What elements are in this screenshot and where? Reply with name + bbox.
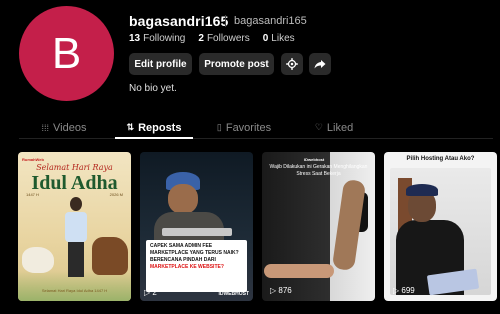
- followers-label: Followers: [206, 33, 250, 44]
- video-grid: RumahWeb Selamat Hari Raya Idul Adha 144…: [18, 152, 497, 301]
- cow-illustration: [92, 237, 128, 275]
- profile-tabs: ⁞⁞⁞ Videos ⇅ Reposts ▯ Favorites ♡ Liked: [19, 117, 493, 139]
- overlay-line: MARKETPLACE YANG TERUS NAIK?: [150, 250, 239, 256]
- video-watermark: IDWEBHOST: [218, 291, 249, 297]
- video-card[interactable]: IDwebhost Wajib Dilakukan ini Gerakan Me…: [262, 152, 375, 301]
- video-card[interactable]: CAPEK SAMA ADMIN FEE MARKETPLACE YANG TE…: [140, 152, 253, 301]
- person-illustration: [65, 197, 87, 287]
- video-brand: IDwebhost: [304, 157, 325, 162]
- likes-count: 0: [262, 33, 269, 44]
- tab-videos-label: Videos: [53, 121, 87, 134]
- following-count: 13: [129, 33, 141, 44]
- overlay-line: CAPEK SAMA ADMIN FEE: [150, 243, 213, 249]
- view-count-value: 699: [401, 286, 415, 295]
- video-caption: Selamat Hari Raya Idul Adha 1447 H: [41, 288, 108, 293]
- likes-stat: 0 Likes: [263, 33, 295, 44]
- followers-stat[interactable]: 2 Followers: [198, 33, 249, 44]
- tab-favorites[interactable]: ▯ Favorites: [199, 117, 289, 138]
- likes-label: Likes: [271, 33, 295, 44]
- view-count: ▷ 2: [144, 288, 157, 297]
- video-card[interactable]: Pilih Hosting Atau Ako? ▷ 699: [384, 152, 497, 301]
- video-title: Pilih Hosting Atau Ako?: [406, 156, 475, 162]
- video-text-overlay: CAPEK SAMA ADMIN FEE MARKETPLACE YANG TE…: [146, 240, 247, 292]
- video-year-right: 2026 M: [109, 192, 123, 197]
- tab-liked-label: Liked: [326, 121, 354, 134]
- name-divider: [225, 15, 226, 27]
- settings-button[interactable]: [281, 53, 303, 75]
- tab-favorites-label: Favorites: [225, 121, 272, 134]
- bookmark-icon: ▯: [216, 122, 222, 132]
- tab-liked[interactable]: ♡ Liked: [289, 117, 379, 138]
- thumbnail-scene: [390, 168, 491, 296]
- avatar[interactable]: B: [19, 6, 114, 101]
- overlay-line: BERENCANA PINDAH DARI: [150, 257, 216, 263]
- arm-illustration: [264, 264, 334, 278]
- bio-text: No bio yet.: [129, 83, 177, 94]
- overlay-line: MARKETPLACE KE WEBSITE?: [150, 264, 224, 270]
- laptop-illustration: [162, 228, 232, 236]
- share-profile-button[interactable]: [309, 53, 331, 75]
- promote-post-button[interactable]: Promote post: [199, 53, 274, 75]
- share-icon: [314, 60, 326, 69]
- view-count-value: 876: [278, 286, 292, 295]
- video-card[interactable]: RumahWeb Selamat Hari Raya Idul Adha 144…: [18, 152, 131, 301]
- video-brand: RumahWeb: [22, 157, 44, 162]
- followers-count: 2: [198, 33, 204, 44]
- tab-reposts[interactable]: ⇅ Reposts: [109, 117, 199, 139]
- profile-stats: 13 Following 2 Followers 0 Likes: [129, 33, 295, 44]
- view-count-value: 2: [152, 288, 157, 297]
- heart-icon: ♡: [314, 122, 323, 132]
- avatar-letter: B: [51, 28, 82, 78]
- tab-videos[interactable]: ⁞⁞⁞ Videos: [19, 117, 109, 138]
- sheep-illustration: [22, 247, 54, 273]
- edit-profile-button[interactable]: Edit profile: [129, 53, 192, 75]
- video-subtitle: Selamat Hari Raya: [36, 163, 113, 172]
- repost-icon: ⇅: [126, 122, 135, 132]
- following-label: Following: [143, 33, 186, 44]
- nickname: bagasandri165: [234, 15, 307, 27]
- grid-icon: ⁞⁞⁞: [41, 122, 50, 133]
- video-headline: Wajib Dilakukan ini Gerakan Menghilangka…: [269, 164, 368, 177]
- view-count: ▷ 876: [270, 286, 292, 295]
- gear-icon: [286, 58, 298, 70]
- video-year-left: 1447 H: [26, 192, 39, 197]
- username: bagasandri165: [129, 13, 229, 29]
- view-count: ▷ 699: [393, 286, 415, 295]
- tab-reposts-label: Reposts: [138, 121, 182, 134]
- following-stat[interactable]: 13 Following: [129, 33, 185, 44]
